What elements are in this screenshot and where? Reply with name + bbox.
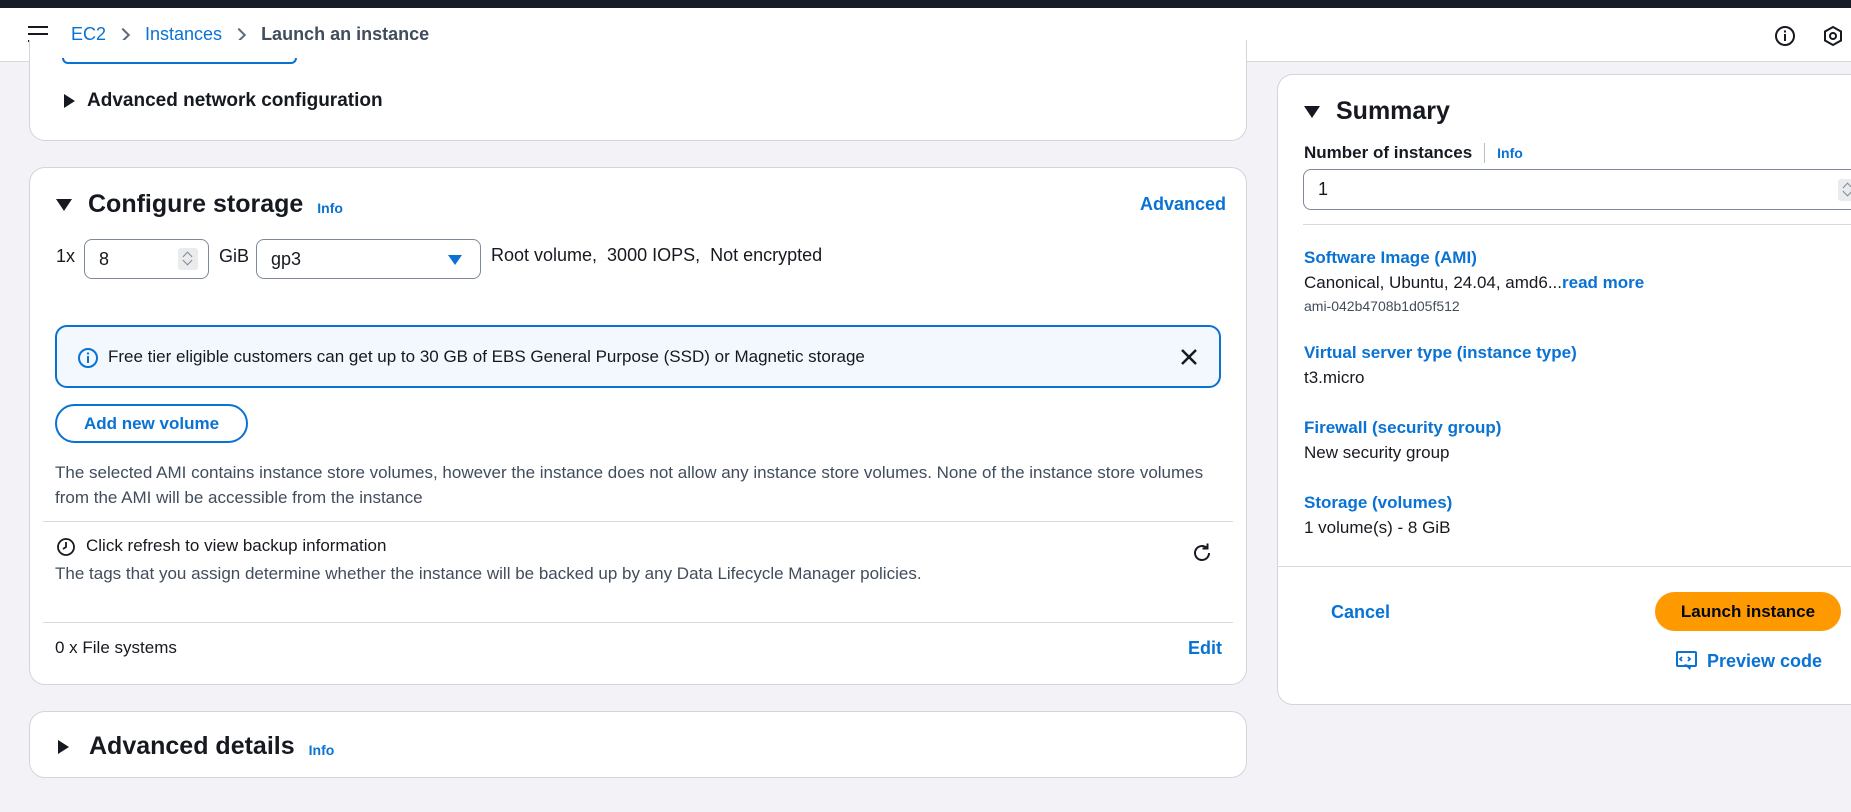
instances-count-input[interactable]: 1 xyxy=(1303,169,1851,210)
file-systems-count: 0 x File systems xyxy=(55,638,177,657)
volume-multiplier: 1x xyxy=(56,246,76,266)
instances-count-value: 1 xyxy=(1318,179,1329,199)
caret-down-icon xyxy=(56,198,72,211)
firewall-label[interactable]: Firewall (security group) xyxy=(1304,418,1501,438)
storage-title: Configure storage xyxy=(88,190,304,218)
cancel-button[interactable]: Cancel xyxy=(1331,602,1390,623)
close-icon[interactable] xyxy=(1179,347,1199,367)
stepper-icon[interactable] xyxy=(178,248,198,270)
caret-down-icon xyxy=(1304,105,1320,118)
instances-label: Number of instances xyxy=(1304,143,1473,162)
alert-text: Free tier eligible customers can get up … xyxy=(108,347,865,366)
ami-summary-value: Canonical, Ubuntu, 24.04, amd6... xyxy=(1304,273,1562,292)
free-tier-alert: Free tier eligible customers can get up … xyxy=(55,325,1221,388)
add-new-volume-button[interactable]: Add new volume xyxy=(55,404,248,443)
file-systems-edit-link[interactable]: Edit xyxy=(1188,638,1222,659)
ami-summary-label[interactable]: Software Image (AMI) xyxy=(1304,248,1477,268)
divider xyxy=(1303,224,1851,225)
volume-unit: GiB xyxy=(219,246,250,266)
backup-title: Click refresh to view backup information xyxy=(86,536,387,555)
volume-type-select[interactable]: gp3 xyxy=(256,239,481,279)
ami-read-more-link[interactable]: read more xyxy=(1562,273,1644,292)
divider xyxy=(1278,566,1851,567)
volume-type-value: gp3 xyxy=(271,248,302,269)
preview-code-button[interactable]: Preview code xyxy=(1675,650,1822,672)
instance-type-value: t3.micro xyxy=(1304,368,1365,387)
divider xyxy=(43,622,1233,623)
ami-summary-value-row: Canonical, Ubuntu, 24.04, amd6...read mo… xyxy=(1304,273,1644,293)
backup-description: The tags that you assign determine wheth… xyxy=(55,564,922,583)
summary-panel: Summary Number of instances Info 1 Softw… xyxy=(1277,74,1851,705)
clock-icon xyxy=(57,538,75,556)
network-expand-toggle[interactable]: Advanced network configuration xyxy=(64,90,383,112)
advanced-details-info-link[interactable]: Info xyxy=(309,742,335,758)
volume-details: Root volume, 3000 IOPS, Not encrypted xyxy=(491,245,823,265)
caret-down-icon xyxy=(448,255,462,265)
volume-size-input[interactable]: 8 xyxy=(84,239,209,279)
storage-summary-value: 1 volume(s) - 8 GiB xyxy=(1304,518,1451,537)
summary-title: Summary xyxy=(1336,97,1450,125)
launch-instance-button[interactable]: Launch instance xyxy=(1655,592,1841,631)
caret-right-icon xyxy=(58,739,69,754)
ami-store-note: The selected AMI contains instance store… xyxy=(55,463,1204,507)
stepper-icon[interactable] xyxy=(1838,178,1851,201)
preview-code-icon xyxy=(1676,651,1697,670)
summary-collapse-toggle[interactable]: Summary xyxy=(1304,97,1450,126)
settings-icon[interactable] xyxy=(1822,25,1844,47)
instance-type-label[interactable]: Virtual server type (instance type) xyxy=(1304,343,1577,363)
storage-card: Configure storage Info Advanced 1x 8 GiB… xyxy=(29,167,1247,685)
partial-button-edge xyxy=(62,58,297,64)
info-icon[interactable] xyxy=(1774,25,1796,47)
network-card: Advanced network configuration xyxy=(29,40,1247,141)
preview-code-label: Preview code xyxy=(1707,650,1823,671)
caret-right-icon xyxy=(64,94,75,108)
storage-advanced-link[interactable]: Advanced xyxy=(1140,194,1226,215)
ami-id: ami-042b4708b1d05f512 xyxy=(1304,298,1460,314)
volume-size-value: 8 xyxy=(99,248,110,269)
divider xyxy=(1484,143,1486,163)
advanced-details-title: Advanced details xyxy=(89,732,295,760)
divider xyxy=(43,521,1233,522)
firewall-value: New security group xyxy=(1304,443,1450,462)
storage-collapse-toggle[interactable]: Configure storage Info xyxy=(56,190,343,219)
info-icon xyxy=(78,348,98,368)
top-strip xyxy=(0,0,1851,8)
instances-label-row: Number of instances Info xyxy=(1304,143,1523,163)
network-title: Advanced network configuration xyxy=(87,90,383,111)
storage-summary-label[interactable]: Storage (volumes) xyxy=(1304,493,1452,513)
advanced-details-card: Advanced details Info xyxy=(29,711,1247,778)
advanced-details-toggle[interactable]: Advanced details Info xyxy=(58,732,334,761)
storage-info-link[interactable]: Info xyxy=(317,200,343,216)
instances-info-link[interactable]: Info xyxy=(1497,145,1523,161)
refresh-icon[interactable] xyxy=(1190,541,1214,565)
